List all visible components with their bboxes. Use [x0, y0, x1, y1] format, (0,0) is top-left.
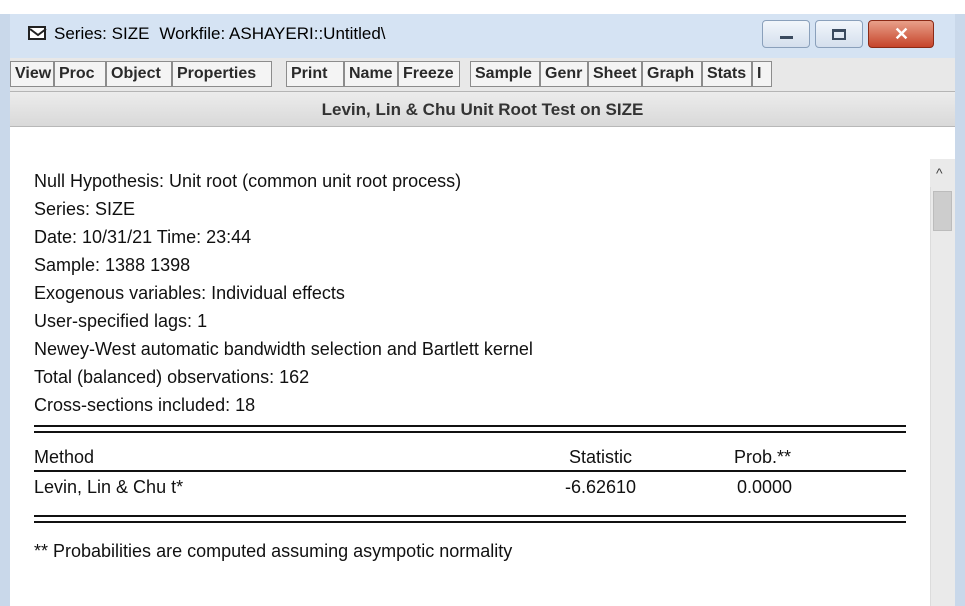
proc-button[interactable]: Proc	[54, 61, 106, 87]
minimize-button[interactable]	[762, 20, 810, 48]
sample-button[interactable]: Sample	[470, 61, 540, 87]
table-rule-bottom	[34, 515, 906, 517]
chevron-up-icon: ^	[936, 165, 943, 181]
minimize-icon	[780, 36, 793, 39]
output-line: Sample: 1388 1398	[34, 255, 191, 275]
top-strip	[0, 0, 965, 14]
maximize-button[interactable]	[815, 20, 863, 48]
output-line: Exogenous variables: Individual effects	[34, 283, 345, 303]
scroll-up-button[interactable]: ^	[930, 159, 955, 187]
freeze-button[interactable]: Freeze	[398, 61, 460, 87]
table-header-statistic: Statistic	[569, 447, 633, 467]
close-button[interactable]: ✕	[868, 20, 934, 48]
title-series: Series: SIZE	[54, 24, 150, 43]
window-right-edge	[955, 14, 965, 606]
output-line: Series: SIZE	[34, 199, 136, 219]
close-icon: ✕	[894, 24, 910, 44]
table-rule-header	[34, 470, 906, 472]
table-rule-bottom-2	[34, 521, 906, 523]
envelope-icon	[28, 26, 47, 40]
properties-button[interactable]: Properties	[172, 61, 272, 87]
table-cell-method: Levin, Lin & Chu t*	[34, 477, 184, 497]
window-left-edge	[0, 14, 10, 606]
output-header: Levin, Lin & Chu Unit Root Test on SIZE	[10, 92, 955, 127]
output-line: Cross-sections included: 18	[34, 395, 256, 415]
output-content: Null Hypothesis: Unit root (common unit …	[10, 127, 930, 606]
stats-button[interactable]: Stats	[702, 61, 752, 87]
footnote: ** Probabilities are computed assuming a…	[34, 541, 513, 561]
output-line: Newey-West automatic bandwidth selection…	[34, 339, 533, 359]
output-line: User-specified lags: 1	[34, 311, 208, 331]
window-title: Series: SIZE Workfile: ASHAYERI::Untitled…	[54, 24, 386, 44]
table-header-prob: Prob.**	[734, 447, 792, 467]
view-button[interactable]: View	[10, 61, 54, 87]
name-button[interactable]: Name	[344, 61, 398, 87]
ident-button[interactable]: I	[752, 61, 772, 87]
maximize-icon	[832, 29, 846, 40]
object-button[interactable]: Object	[106, 61, 172, 87]
title-workfile: Workfile: ASHAYERI::Untitled\	[159, 24, 386, 43]
sheet-button[interactable]: Sheet	[588, 61, 642, 87]
output-line: Date: 10/31/21 Time: 23:44	[34, 227, 252, 247]
table-cell-prob: 0.0000	[737, 477, 793, 497]
scroll-thumb[interactable]	[933, 191, 952, 231]
table-rule-top	[34, 425, 906, 427]
genr-button[interactable]: Genr	[540, 61, 588, 87]
output-title: Levin, Lin & Chu Unit Root Test on SIZE	[321, 100, 644, 119]
eviews-series-window: Series: SIZE Workfile: ASHAYERI::Untitled…	[0, 0, 965, 606]
table-cell-statistic: -6.62610	[565, 477, 637, 497]
table-header-method: Method	[34, 447, 95, 467]
print-button[interactable]: Print	[286, 61, 344, 87]
output-line: Null Hypothesis: Unit root (common unit …	[34, 171, 462, 191]
title-bar[interactable]: Series: SIZE Workfile: ASHAYERI::Untitled…	[10, 14, 955, 58]
toolbar: View Proc Object Properties Print Name F…	[10, 58, 955, 92]
table-rule-top-2	[34, 431, 906, 433]
output-line: Total (balanced) observations: 162	[34, 367, 310, 387]
graph-button[interactable]: Graph	[642, 61, 702, 87]
